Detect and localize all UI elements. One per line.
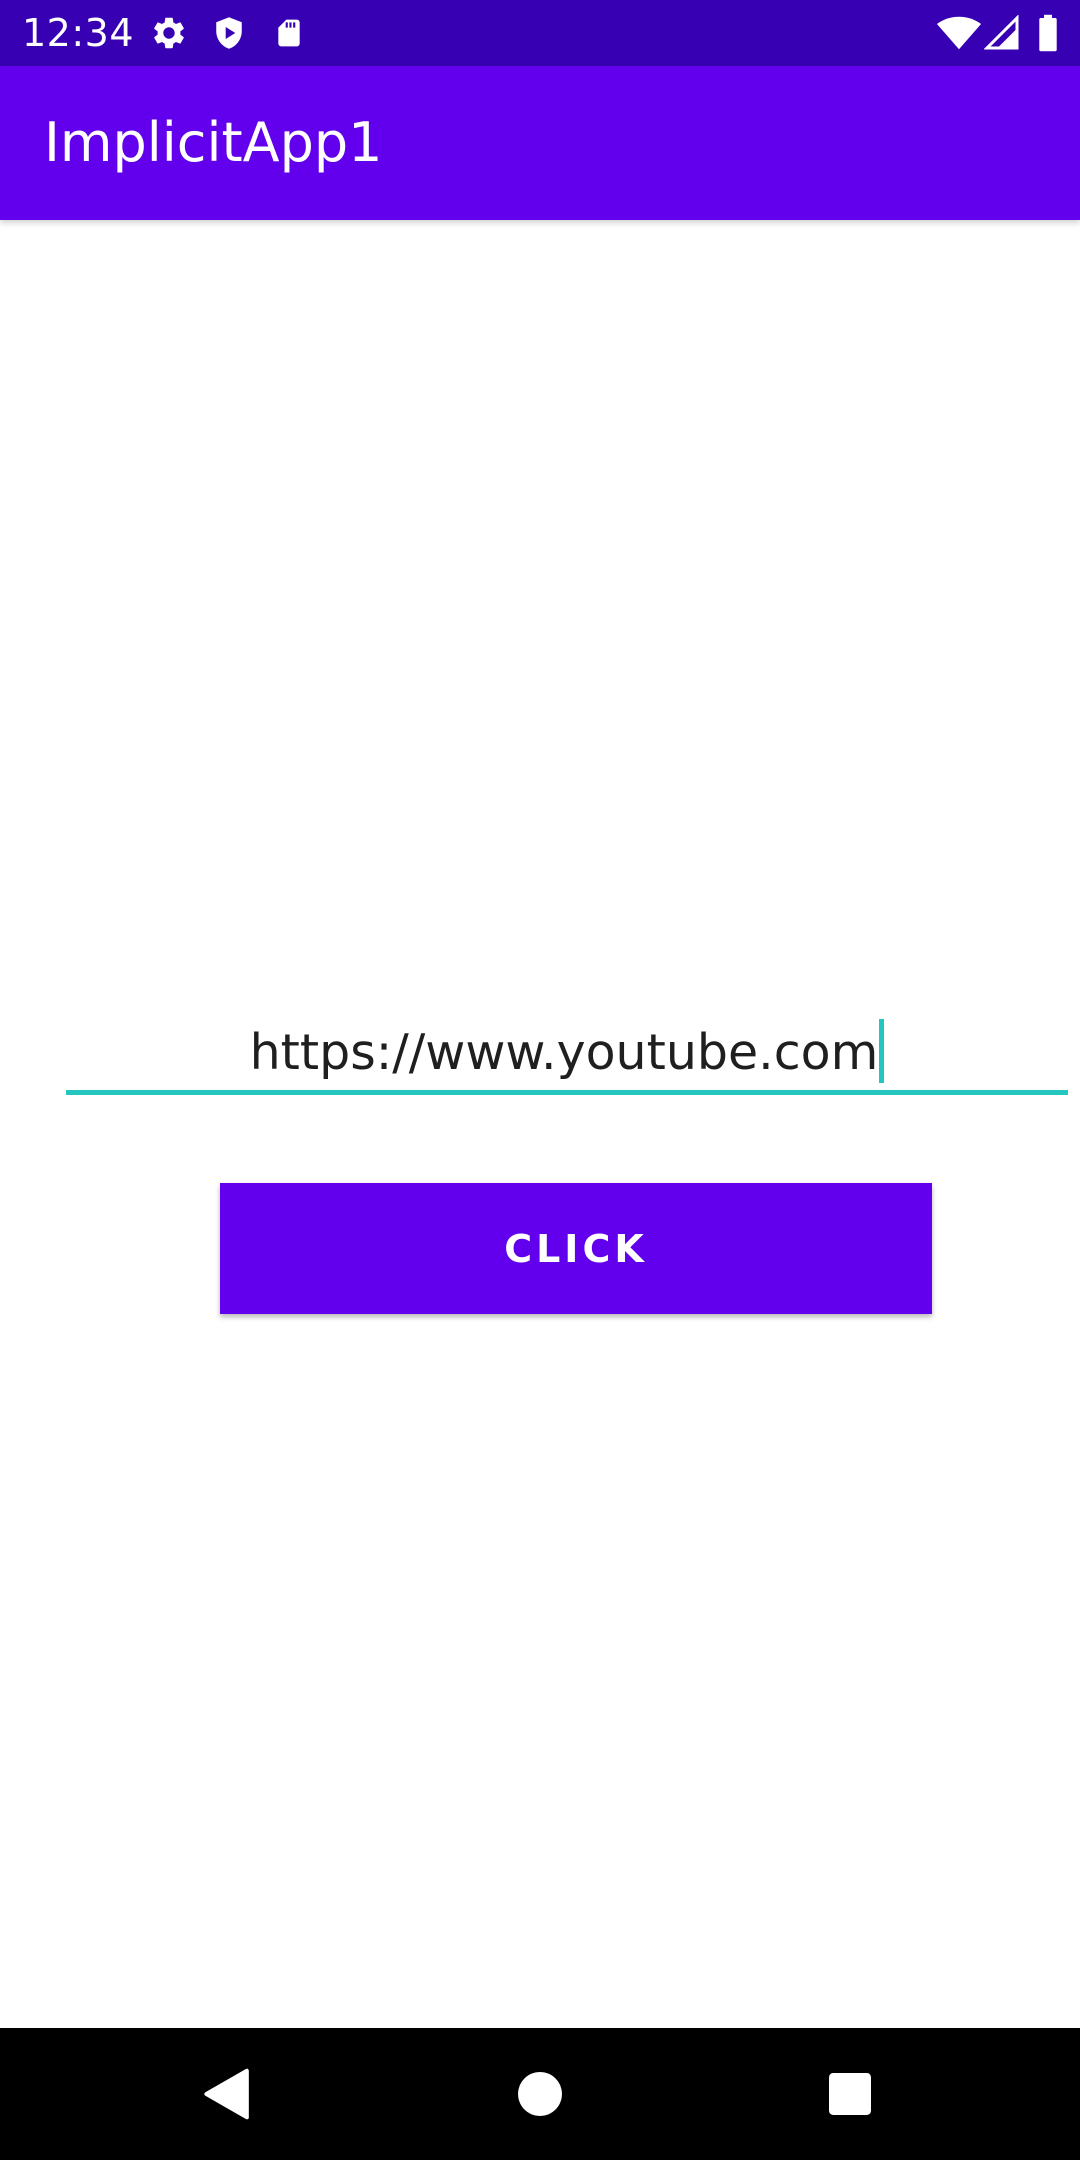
navigation-bar xyxy=(0,2028,1080,2160)
url-input[interactable]: https://www.youtube.com xyxy=(66,1010,1068,1095)
cell-signal-icon xyxy=(982,0,1022,66)
sd-card-icon xyxy=(268,0,310,66)
status-time: 12:34 xyxy=(22,11,135,55)
url-input-value: https://www.youtube.com xyxy=(249,1024,879,1081)
battery-icon xyxy=(1030,0,1066,66)
app-screen: 12:34 ImplicitApp1 https://www.youtube.c… xyxy=(0,0,1080,2160)
back-icon[interactable] xyxy=(160,2028,292,2160)
wifi-icon xyxy=(934,0,984,66)
recents-icon[interactable] xyxy=(784,2028,916,2160)
gear-icon xyxy=(148,0,190,66)
click-button[interactable]: CLICK xyxy=(220,1183,932,1314)
text-cursor xyxy=(879,1019,885,1083)
url-input-underline xyxy=(66,1090,1068,1095)
shield-play-icon xyxy=(208,0,250,66)
app-title: ImplicitApp1 xyxy=(44,111,383,174)
home-icon[interactable] xyxy=(474,2028,606,2160)
status-bar: 12:34 xyxy=(0,0,1080,66)
app-bar: ImplicitApp1 xyxy=(0,66,1080,220)
